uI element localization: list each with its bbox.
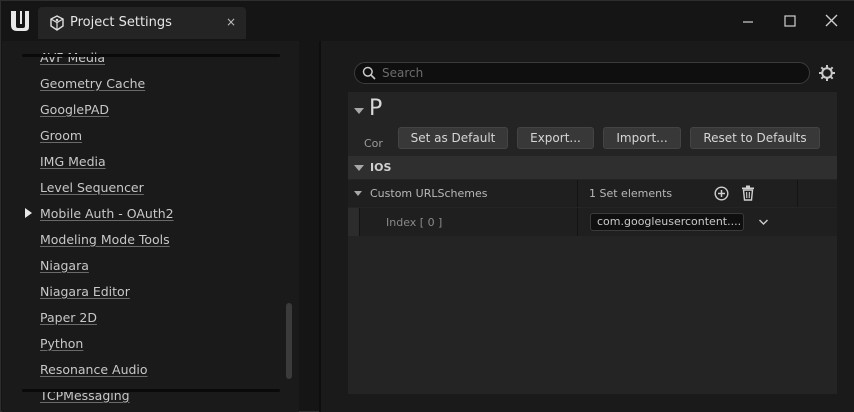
gear-icon[interactable]	[818, 64, 836, 82]
details-pane: P Cor Set as Default Export... Import...…	[321, 41, 854, 412]
maximize-icon[interactable]	[779, 11, 801, 31]
element-value-field[interactable]: com.googleusercontent....	[590, 213, 744, 231]
sidebar-item-paper-2d[interactable]: Paper 2D	[40, 310, 97, 325]
tab-project-settings[interactable]: Project Settings ×	[38, 7, 246, 39]
chevron-down-icon[interactable]	[758, 218, 769, 226]
close-icon[interactable]: ×	[226, 15, 236, 29]
list-bottom-shadow	[22, 389, 280, 392]
export-button[interactable]: Export...	[517, 127, 594, 149]
property-label: Custom URLSchemes	[370, 187, 488, 200]
panel-title: P	[369, 96, 383, 121]
property-summary: 1 Set elements	[589, 187, 673, 200]
unreal-logo-icon[interactable]	[7, 8, 33, 34]
category-sidebar: AVF Media Geometry Cache GooglePAD Groom…	[2, 41, 299, 412]
sidebar-item-python[interactable]: Python	[40, 336, 83, 351]
search-box[interactable]	[354, 62, 810, 84]
sidebar-item-niagara-editor[interactable]: Niagara Editor	[40, 284, 130, 299]
sidebar-item-img-media[interactable]: IMG Media	[40, 154, 106, 169]
column-divider	[797, 180, 798, 207]
set-as-default-button[interactable]: Set as Default	[398, 127, 508, 149]
set-element-row: Index [ 0 ] com.googleusercontent....	[348, 208, 837, 236]
section-label: IOS	[370, 161, 392, 174]
sidebar-item-geometry-cache[interactable]: Geometry Cache	[40, 76, 145, 91]
settings-cube-icon	[50, 15, 64, 31]
minimize-icon[interactable]	[737, 11, 759, 31]
collapse-arrow-icon[interactable]	[354, 108, 364, 114]
tab-label: Project Settings	[70, 15, 172, 30]
expand-arrow-icon[interactable]	[354, 191, 362, 196]
sidebar-scrollbar[interactable]	[286, 303, 292, 379]
import-button[interactable]: Import...	[603, 127, 681, 149]
sidebar-item-modeling-mode-tools[interactable]: Modeling Mode Tools	[40, 232, 170, 247]
sidebar-item-level-sequencer[interactable]: Level Sequencer	[40, 180, 144, 195]
window-close-icon[interactable]	[821, 11, 843, 31]
property-row-custom-urlschemes: Custom URLSchemes 1 Set elements	[348, 180, 837, 207]
sidebar-item-googlepad[interactable]: GooglePAD	[40, 102, 109, 117]
title-bar: Project Settings ×	[1, 1, 854, 41]
expand-arrow-icon[interactable]	[25, 208, 32, 218]
sidebar-item-avf-media[interactable]: AVF Media	[40, 50, 105, 65]
sidebar-item-niagara[interactable]: Niagara	[40, 258, 89, 273]
chevron-down-icon	[354, 165, 364, 171]
reset-to-defaults-button[interactable]: Reset to Defaults	[690, 127, 820, 149]
row-indent	[348, 208, 360, 236]
panel-subtitle: Cor	[364, 137, 383, 150]
sidebar-item-groom[interactable]: Groom	[40, 128, 82, 143]
add-circle-icon[interactable]	[714, 186, 729, 201]
category-list: AVF Media Geometry Cache GooglePAD Groom…	[2, 41, 282, 412]
sidebar-item-resonance-audio[interactable]: Resonance Audio	[40, 362, 148, 377]
element-index-label: Index [ 0 ]	[386, 216, 443, 229]
settings-panel: P Cor Set as Default Export... Import...…	[348, 92, 837, 394]
column-divider[interactable]	[577, 180, 578, 207]
trash-icon[interactable]	[741, 185, 755, 201]
search-input[interactable]	[382, 65, 802, 81]
search-icon	[362, 66, 376, 80]
column-divider[interactable]	[577, 208, 578, 236]
list-top-shadow	[22, 54, 280, 57]
project-settings-window: Project Settings × AVF Media Geometry Ca…	[0, 0, 854, 412]
sidebar-item-mobile-auth[interactable]: Mobile Auth - OAuth2	[40, 206, 174, 221]
section-header-ios[interactable]: IOS	[348, 156, 837, 179]
